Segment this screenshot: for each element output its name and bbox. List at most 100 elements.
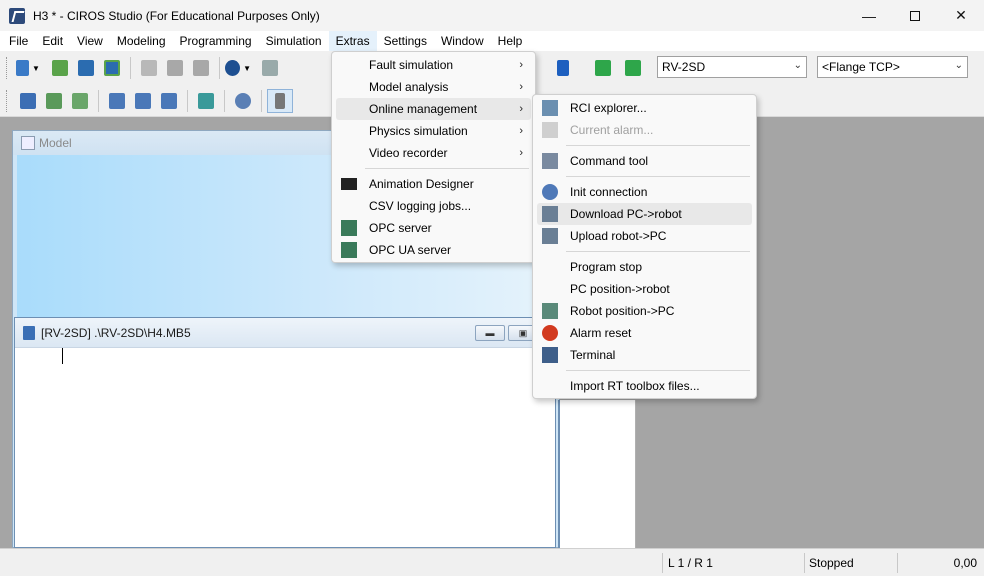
menu-programming[interactable]: Programming — [173, 31, 259, 51]
teach-icon — [109, 93, 125, 109]
editor-window-title: [RV-2SD] .\RV-2SD\H4.MB5 — [41, 325, 191, 340]
teach-button-1[interactable] — [104, 89, 130, 113]
menu-help[interactable]: Help — [491, 31, 530, 51]
open-button[interactable] — [47, 56, 73, 80]
menu-item-csv-logging[interactable]: CSV logging jobs... — [336, 195, 531, 217]
menu-item-download-pc-robot[interactable]: Download PC->robot — [537, 203, 752, 225]
chevron-right-icon: › — [519, 81, 523, 93]
menu-item-import-rt-toolbox[interactable]: Import RT toolbox files... — [537, 375, 752, 397]
status-bar: L 1 / R 1 Stopped 0,00 — [0, 548, 984, 576]
toolbar-separator — [187, 90, 188, 112]
robot-tool-button-2[interactable] — [41, 89, 67, 113]
menu-file[interactable]: File — [2, 31, 35, 51]
add-green-button[interactable] — [590, 56, 616, 80]
gripper-button[interactable] — [193, 89, 219, 113]
editor-window[interactable]: [RV-2SD] .\RV-2SD\H4.MB5 ▬ ▣ — [14, 317, 557, 548]
command-tool-icon — [542, 153, 558, 169]
robot-tool-button-1[interactable] — [15, 89, 41, 113]
menu-item-online-management[interactable]: Online management › — [336, 98, 531, 120]
toolbar-grip[interactable] — [6, 57, 9, 79]
menu-edit[interactable]: Edit — [35, 31, 70, 51]
menu-view[interactable]: View — [70, 31, 110, 51]
menu-item-video-recorder[interactable]: Video recorder › — [336, 142, 531, 164]
teach-button-2[interactable] — [130, 89, 156, 113]
menu-item-current-alarm[interactable]: Current alarm... — [537, 119, 752, 141]
menu-item-robot-position-pc[interactable]: Robot position->PC — [537, 300, 752, 322]
paste-button[interactable] — [188, 56, 214, 80]
stethoscope-button[interactable] — [230, 89, 256, 113]
save-icon — [78, 60, 94, 76]
menu-item-terminal[interactable]: Terminal — [537, 344, 752, 366]
app-icon — [9, 7, 25, 24]
save-button[interactable] — [73, 56, 99, 80]
new-file-button[interactable]: ▼ — [15, 56, 41, 80]
step-forward-icon — [557, 60, 569, 76]
cut-icon — [141, 60, 157, 76]
editor-window-titlebar[interactable]: [RV-2SD] .\RV-2SD\H4.MB5 ▬ ▣ — [15, 318, 557, 348]
sphere-button[interactable]: ▼ — [225, 56, 251, 80]
side-panel — [558, 400, 636, 548]
toolbar-separator — [98, 90, 99, 112]
menu-item-model-analysis[interactable]: Model analysis › — [336, 76, 531, 98]
toolbar-separator — [130, 57, 131, 79]
menu-extras[interactable]: Extras — [328, 31, 377, 51]
robot-tool-button-3[interactable] — [67, 89, 93, 113]
menu-settings[interactable]: Settings — [377, 31, 434, 51]
view-button[interactable] — [267, 89, 293, 113]
remove-green-button[interactable] — [620, 56, 646, 80]
model-icon — [21, 136, 35, 150]
status-position: L 1 / R 1 — [662, 553, 802, 573]
save-all-button[interactable] — [99, 56, 125, 80]
restore-icon: ▣ — [518, 327, 528, 338]
menu-item-pc-position-robot[interactable]: PC position->robot — [537, 278, 752, 300]
menu-item-animation-designer[interactable]: Animation Designer — [336, 173, 531, 195]
menu-item-fault-simulation[interactable]: Fault simulation › — [336, 54, 531, 76]
menu-item-physics-simulation[interactable]: Physics simulation › — [336, 120, 531, 142]
tcp-select[interactable]: <Flange TCP> ⌄ — [817, 56, 968, 78]
terminal-icon — [542, 347, 558, 363]
copy-icon — [167, 60, 183, 76]
teach-icon — [161, 93, 177, 109]
toolbar-grip[interactable] — [6, 90, 9, 112]
close-button[interactable]: ✕ — [938, 0, 984, 31]
axis-button[interactable] — [257, 56, 283, 80]
menu-item-opc-ua-server[interactable]: OPC UA server — [336, 239, 531, 261]
sphere-icon — [225, 60, 241, 76]
gripper-icon — [198, 93, 214, 109]
cut-button[interactable] — [136, 56, 162, 80]
menu-window[interactable]: Window — [434, 31, 491, 51]
toolbar-row-2 — [0, 85, 293, 117]
toolbar-separator — [261, 90, 262, 112]
menu-item-opc-server[interactable]: OPC server — [336, 217, 531, 239]
menu-item-rci-explorer[interactable]: RCI explorer... — [537, 97, 752, 119]
copy-button[interactable] — [162, 56, 188, 80]
current-alarm-icon — [542, 122, 558, 138]
stethoscope-icon — [235, 93, 251, 109]
menu-item-command-tool[interactable]: Command tool — [537, 150, 752, 172]
robot-position-icon — [542, 303, 558, 319]
download-icon — [542, 206, 558, 222]
minimize-button[interactable]: — — [846, 0, 892, 31]
menu-simulation[interactable]: Simulation — [259, 31, 329, 51]
menu-modeling[interactable]: Modeling — [110, 31, 173, 51]
menu-item-program-stop[interactable]: Program stop — [537, 256, 752, 278]
menu-item-init-connection[interactable]: Init connection — [537, 181, 752, 203]
menu-item-alarm-reset[interactable]: Alarm reset — [537, 322, 752, 344]
teach-icon — [135, 93, 151, 109]
step-forward-button[interactable] — [550, 56, 576, 80]
menu-item-upload-robot-pc[interactable]: Upload robot->PC — [537, 225, 752, 247]
teach-button-3[interactable] — [156, 89, 182, 113]
robot-select[interactable]: RV-2SD ⌄ — [657, 56, 807, 78]
chevron-right-icon: › — [519, 59, 523, 71]
minimize-icon: — — [862, 7, 876, 24]
conveyor-icon — [46, 93, 62, 109]
toolbar-separator — [224, 90, 225, 112]
menu-separator — [566, 145, 750, 146]
opc-server-icon — [341, 220, 357, 236]
title-bar: H3 * - CIROS Studio (For Educational Pur… — [0, 0, 984, 31]
open-folder-icon — [52, 60, 68, 76]
window-controls: — ✕ — [846, 0, 984, 31]
maximize-button[interactable] — [892, 0, 938, 31]
editor-minimize-button[interactable]: ▬ — [475, 325, 505, 341]
conveyor-icon — [72, 93, 88, 109]
